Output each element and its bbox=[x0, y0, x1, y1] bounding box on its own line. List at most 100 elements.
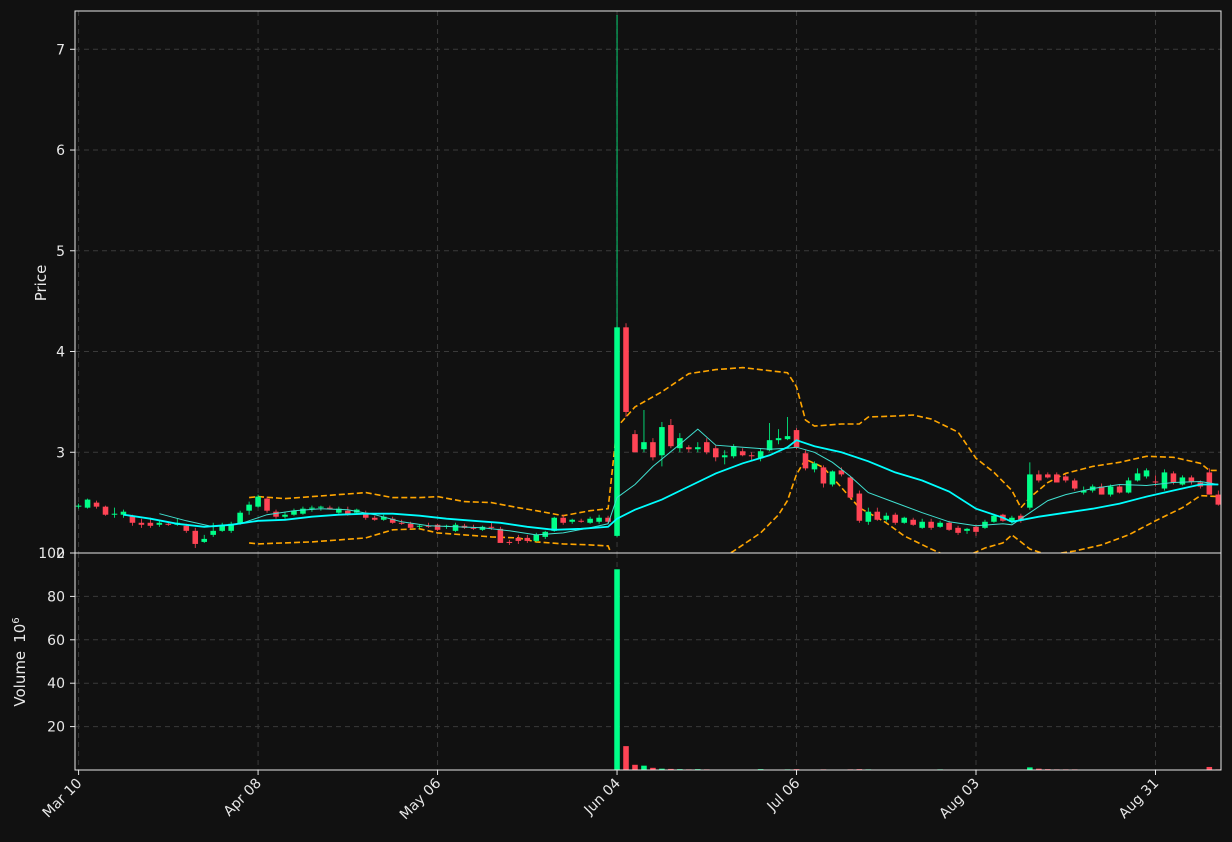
price-tick-label: 4 bbox=[56, 345, 65, 361]
candle-body bbox=[1134, 473, 1141, 481]
candle-body bbox=[560, 517, 566, 523]
volume-tick-label: 80 bbox=[47, 589, 65, 605]
candle-body bbox=[183, 525, 190, 531]
candle-body bbox=[991, 515, 997, 522]
volume-bar bbox=[623, 746, 629, 770]
candle-body bbox=[416, 525, 423, 527]
price-tick-label: 5 bbox=[56, 244, 65, 260]
candle-body bbox=[318, 506, 324, 508]
candle-body bbox=[210, 530, 216, 535]
candle-body bbox=[703, 442, 710, 453]
candlestick-volume-chart: 234567 20406080100 Mar 10 Apr 08 May 06 Jun… bbox=[0, 0, 1232, 842]
candle-body bbox=[820, 467, 827, 484]
candle-body bbox=[811, 463, 818, 470]
candle-body bbox=[1027, 474, 1033, 508]
candle-body bbox=[964, 528, 970, 531]
candle-body bbox=[497, 528, 504, 543]
volume-bar bbox=[641, 765, 647, 770]
volume-axis-label-text: Volume bbox=[11, 651, 29, 707]
candle-body bbox=[371, 517, 378, 520]
candle-body bbox=[488, 526, 495, 528]
candle-body bbox=[865, 511, 872, 522]
candle-body bbox=[1179, 477, 1186, 485]
candle-body bbox=[793, 430, 800, 448]
candle-body bbox=[650, 442, 656, 458]
candle-body bbox=[533, 534, 540, 541]
volume-tick-label: 60 bbox=[47, 633, 65, 649]
candle-body bbox=[1188, 477, 1195, 482]
candle-body bbox=[784, 436, 791, 440]
candle-body bbox=[237, 512, 243, 524]
candle-body bbox=[452, 524, 459, 531]
candle-body bbox=[398, 522, 405, 524]
candle-body bbox=[748, 455, 755, 457]
candle-body bbox=[686, 447, 692, 450]
candle-body bbox=[623, 327, 629, 412]
candle-body bbox=[695, 447, 701, 450]
candle-body bbox=[1036, 474, 1042, 481]
candle-body bbox=[1053, 474, 1060, 483]
candle-body bbox=[273, 511, 279, 517]
candle-body bbox=[111, 513, 118, 515]
candle-body bbox=[973, 526, 979, 532]
candle-body bbox=[1045, 474, 1051, 478]
candle-body bbox=[192, 530, 199, 544]
candle-body bbox=[946, 522, 952, 530]
candle-body bbox=[955, 527, 961, 533]
candle-body bbox=[632, 434, 638, 453]
candle-body bbox=[928, 521, 934, 528]
candle-body bbox=[345, 510, 351, 514]
candle-body bbox=[515, 537, 522, 541]
candle-body bbox=[587, 518, 593, 523]
candle-body bbox=[775, 438, 782, 441]
price-tick-label: 6 bbox=[56, 143, 65, 159]
candle-body bbox=[1071, 480, 1078, 489]
candle-body bbox=[309, 507, 315, 509]
candle-body bbox=[802, 453, 809, 469]
candle-body bbox=[596, 517, 602, 522]
candle-body bbox=[578, 520, 584, 522]
candle-body bbox=[407, 523, 414, 528]
candle-body bbox=[75, 505, 82, 507]
volume-axis-label: Volume106 bbox=[11, 617, 29, 706]
candle-body bbox=[712, 448, 719, 458]
candle-body bbox=[919, 521, 925, 528]
volume-bar bbox=[614, 569, 620, 770]
volume-bar bbox=[632, 764, 638, 770]
candle-body bbox=[84, 499, 91, 508]
candle-body bbox=[937, 522, 943, 527]
candle-body bbox=[1152, 481, 1159, 483]
price-tick-label: 7 bbox=[56, 42, 65, 58]
candle-body bbox=[659, 427, 665, 456]
volume-tick-label: 100 bbox=[38, 546, 65, 562]
candle-body bbox=[721, 455, 728, 458]
candle-body bbox=[147, 522, 154, 526]
candle-body bbox=[641, 442, 647, 450]
candle-body bbox=[1062, 476, 1069, 481]
candle-body bbox=[1125, 480, 1132, 493]
candle-body bbox=[1116, 486, 1123, 493]
candle-body bbox=[524, 537, 531, 541]
candle-body bbox=[219, 525, 225, 531]
candle-body bbox=[506, 541, 513, 543]
candle-body bbox=[1107, 486, 1114, 495]
candle-body bbox=[856, 493, 863, 521]
candle-body bbox=[901, 517, 907, 523]
candle-body bbox=[282, 514, 288, 517]
candle-body bbox=[93, 502, 100, 507]
price-axis-label: Price bbox=[32, 265, 50, 302]
candle-body bbox=[138, 522, 145, 525]
candle-body bbox=[102, 506, 109, 515]
volume-tick-label: 40 bbox=[47, 676, 65, 692]
candle-body bbox=[1161, 472, 1168, 489]
candle-body bbox=[569, 519, 575, 522]
candle-body bbox=[434, 524, 441, 530]
candle-body bbox=[1215, 494, 1221, 505]
candle-body bbox=[847, 477, 854, 498]
candle-body bbox=[874, 511, 881, 520]
candle-body bbox=[892, 514, 899, 523]
volume-tick-label: 20 bbox=[47, 720, 65, 736]
candle-body bbox=[883, 515, 890, 520]
candle-body bbox=[264, 498, 270, 511]
candle-body bbox=[156, 522, 163, 525]
